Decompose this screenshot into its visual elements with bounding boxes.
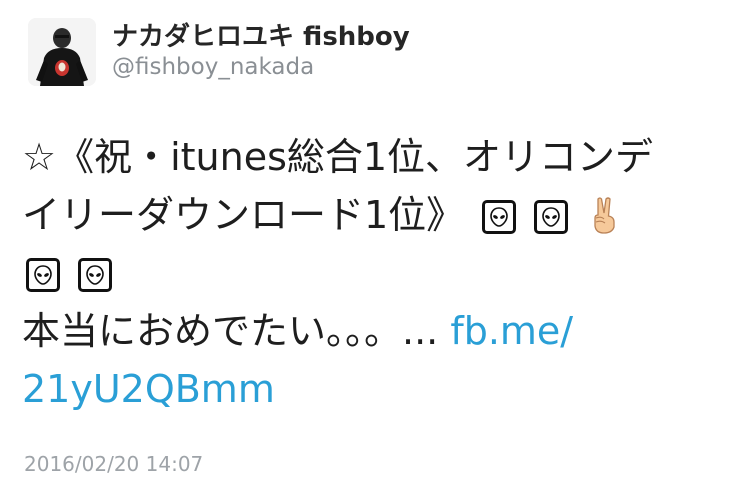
tweet-card: ナカダヒロユキ fishboy @fishboy_nakada ☆《祝・itun… bbox=[0, 0, 750, 501]
tweet-link-continued[interactable]: 21yU2QBmm bbox=[22, 367, 275, 411]
victory-hand-icon bbox=[590, 192, 620, 250]
tweet-link[interactable]: fb.me/ bbox=[450, 309, 573, 353]
tweet-line: イリーダウンロード1位》 bbox=[22, 186, 722, 244]
tweet-line: 21yU2QBmm bbox=[22, 360, 722, 418]
tweet-timestamp[interactable]: 2016/02/20 14:07 bbox=[24, 452, 203, 476]
alien-icon bbox=[26, 258, 60, 292]
display-name[interactable]: ナカダヒロユキ fishboy bbox=[112, 16, 410, 53]
alien-icon bbox=[482, 200, 517, 234]
alien-icon bbox=[78, 258, 113, 292]
alien-icon bbox=[534, 200, 569, 234]
tweet-text: ☆《祝・itunes総合1位、オリコンデ bbox=[22, 135, 654, 179]
tweet-line: ☆《祝・itunes総合1位、オリコンデ bbox=[22, 128, 722, 186]
tweet-body: ☆《祝・itunes総合1位、オリコンデ イリーダウンロード1位》 本当におめで… bbox=[22, 128, 722, 418]
tweet-line bbox=[22, 244, 722, 302]
tweet-line: 本当におめでたい。。。... fb.me/ bbox=[22, 302, 722, 360]
tweet-text: イリーダウンロード1位》 bbox=[22, 193, 465, 237]
avatar[interactable] bbox=[28, 18, 96, 86]
tweet-text: 本当におめでたい。。。... bbox=[22, 309, 451, 353]
user-handle[interactable]: @fishboy_nakada bbox=[112, 54, 314, 80]
